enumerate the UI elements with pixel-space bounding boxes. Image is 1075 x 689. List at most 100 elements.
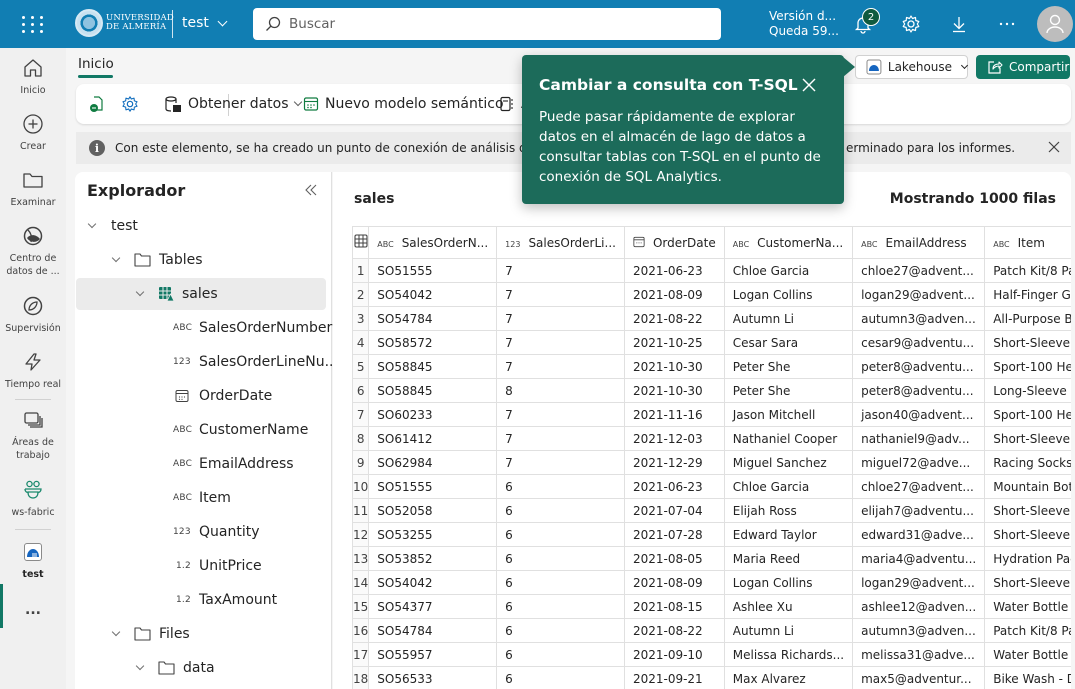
tree-item-data-folder[interactable]: data	[76, 652, 326, 684]
table-cell[interactable]: chloe27@advent...	[852, 474, 986, 499]
table-cell[interactable]: nathaniel9@adv...	[852, 426, 986, 451]
table-cell[interactable]: SO53852	[368, 546, 498, 571]
tree-item-column[interactable]: ABC Item	[76, 482, 326, 514]
table-cell[interactable]: 6	[496, 474, 625, 499]
table-cell[interactable]: SO54042	[368, 282, 498, 307]
row-number[interactable]: 14	[351, 570, 370, 595]
column-header[interactable]: ABC SalesOrderN...	[368, 226, 498, 259]
table-cell[interactable]: 6	[496, 666, 625, 689]
table-cell[interactable]: Short-Sleeve C	[984, 570, 1071, 595]
workspace-switcher[interactable]: test	[182, 15, 228, 31]
table-cell[interactable]: 6	[496, 546, 625, 571]
table-row[interactable]: 1 SO51555 7 2021-06-23 Chloe Garcia chloe27@a…	[351, 258, 1071, 283]
table-cell[interactable]: jason40@advent...	[852, 402, 986, 427]
search-input[interactable]	[289, 16, 689, 32]
table-cell[interactable]: miguel72@adve...	[852, 450, 986, 475]
tree-item-column[interactable]: 1.2 TaxAmount	[76, 584, 326, 616]
row-number[interactable]: 16	[351, 618, 370, 643]
table-cell[interactable]: 7	[496, 450, 625, 475]
table-cell[interactable]: Half-Finger Glo	[984, 282, 1071, 307]
rail-item-ws-fabric[interactable]: ws-fabric	[0, 478, 66, 519]
row-number[interactable]: 5	[351, 354, 370, 379]
table-cell[interactable]: 6	[496, 522, 625, 547]
table-cell[interactable]: cesar9@adventu...	[852, 330, 986, 355]
row-number[interactable]: 4	[351, 330, 370, 355]
table-cell[interactable]: SO54042	[368, 570, 498, 595]
rail-item-data-hub[interactable]: Centro de datos de ...	[0, 224, 66, 278]
table-cell[interactable]: logan29@advent...	[852, 570, 986, 595]
table-row[interactable]: 10 SO51555 6 2021-06-23 Chloe Garcia chloe27@…	[351, 474, 1071, 499]
row-number[interactable]: 8	[351, 426, 370, 451]
column-header[interactable]: ABC EmailAddress	[852, 226, 986, 259]
column-header[interactable]: ABC CustomerNa...	[723, 226, 854, 259]
table-cell[interactable]: 2021-07-28	[623, 522, 725, 547]
table-cell[interactable]: Max Alvarez	[723, 666, 854, 689]
tree-item-column[interactable]: ABC CustomerName	[76, 414, 326, 446]
table-cell[interactable]: SO62984	[368, 450, 498, 475]
table-cell[interactable]: 6	[496, 570, 625, 595]
table-cell[interactable]: melissa31@adve...	[852, 642, 986, 667]
table-row[interactable]: 3 SO54784 7 2021-08-22 Autumn Li autumn3@adve…	[351, 306, 1071, 331]
table-row[interactable]: 6 SO58845 8 2021-10-30 Peter She peter8@adven…	[351, 378, 1071, 403]
table-cell[interactable]: 7	[496, 402, 625, 427]
table-cell[interactable]: 6	[496, 498, 625, 523]
table-cell[interactable]: SO54784	[368, 306, 498, 331]
table-row[interactable]: 4 SO58572 7 2021-10-25 Cesar Sara cesar9@adve…	[351, 330, 1071, 355]
rail-more-button[interactable]: ...	[0, 603, 66, 617]
table-cell[interactable]: Autumn Li	[723, 618, 854, 643]
table-cell[interactable]: All-Purpose Bik	[984, 306, 1071, 331]
table-cell[interactable]: 7	[496, 330, 625, 355]
table-cell[interactable]: SO55957	[368, 642, 498, 667]
table-cell[interactable]: Short-Sleeve C	[984, 426, 1071, 451]
table-cell[interactable]: SO58572	[368, 330, 498, 355]
close-icon[interactable]	[1047, 140, 1061, 154]
table-cell[interactable]: Hydration Pac	[984, 546, 1071, 571]
table-cell[interactable]: Jason Mitchell	[723, 402, 854, 427]
table-cell[interactable]: 2021-08-05	[623, 546, 725, 571]
table-cell[interactable]: 2021-08-09	[623, 282, 725, 307]
table-cell[interactable]: Nathaniel Cooper	[723, 426, 854, 451]
tree-item-column[interactable]: ABC SalesOrderNumber	[76, 312, 332, 344]
share-button[interactable]: Compartir	[976, 55, 1070, 79]
table-cell[interactable]: 7	[496, 426, 625, 451]
table-cell[interactable]: SO51555	[368, 258, 498, 283]
rail-item-home[interactable]: Inicio	[0, 56, 66, 97]
tree-item-sales-table[interactable]: sales	[76, 278, 326, 310]
table-cell[interactable]: SO54377	[368, 594, 498, 619]
table-cell[interactable]: Racing Socks,	[984, 450, 1071, 475]
table-cell[interactable]: Edward Taylor	[723, 522, 854, 547]
row-number[interactable]: 17	[351, 642, 370, 667]
table-cell[interactable]: Logan Collins	[723, 282, 854, 307]
table-cell[interactable]: 2021-06-23	[623, 258, 725, 283]
table-row[interactable]: 18 SO56533 6 2021-09-21 Max Alvarez max5@adve…	[351, 666, 1071, 689]
table-cell[interactable]: autumn3@adven...	[852, 306, 986, 331]
table-cell[interactable]: Sport-100 Hel	[984, 402, 1071, 427]
tree-item-root[interactable]: test	[76, 210, 326, 242]
row-number[interactable]: 11	[351, 498, 370, 523]
table-row[interactable]: 7 SO60233 7 2021-11-16 Jason Mitchell jason40…	[351, 402, 1071, 427]
download-button[interactable]	[947, 12, 971, 36]
collapse-pane-icon[interactable]	[303, 182, 319, 198]
table-cell[interactable]: SO60233	[368, 402, 498, 427]
table-cell[interactable]: Peter She	[723, 378, 854, 403]
table-cell[interactable]: Miguel Sanchez	[723, 450, 854, 475]
table-cell[interactable]: Short-Sleeve C	[984, 522, 1071, 547]
table-cell[interactable]: 7	[496, 282, 625, 307]
table-cell[interactable]: Water Bottle -	[984, 594, 1071, 619]
tree-item-column[interactable]: ABC EmailAddress	[76, 448, 326, 480]
table-cell[interactable]: ashlee12@adven...	[852, 594, 986, 619]
row-number[interactable]: 6	[351, 378, 370, 403]
table-cell[interactable]: max5@adventur...	[852, 666, 986, 689]
column-header[interactable]: OrderDate	[623, 226, 725, 259]
table-cell[interactable]: Chloe Garcia	[723, 474, 854, 499]
table-cell[interactable]: Short-Sleeve C	[984, 330, 1071, 355]
rail-item-monitor[interactable]: Supervisión	[0, 294, 66, 335]
row-number[interactable]: 13	[351, 546, 370, 571]
table-cell[interactable]: Ashlee Xu	[723, 594, 854, 619]
table-row[interactable]: 9 SO62984 7 2021-12-29 Miguel Sanchez miguel7…	[351, 450, 1071, 475]
table-cell[interactable]: peter8@adventu...	[852, 354, 986, 379]
table-cell[interactable]: Short-Sleeve C	[984, 498, 1071, 523]
row-number[interactable]: 18	[351, 666, 370, 689]
table-cell[interactable]: 6	[496, 594, 625, 619]
waffle-icon[interactable]	[20, 13, 44, 35]
